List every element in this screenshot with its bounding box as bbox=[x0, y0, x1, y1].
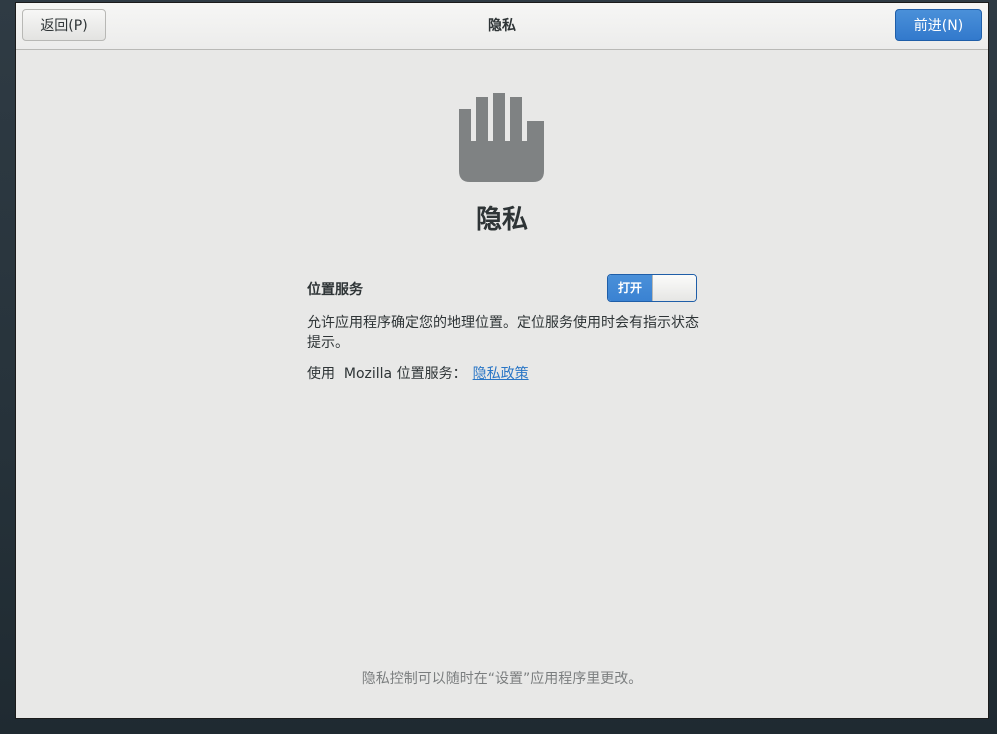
mozilla-location-line: 使用 Mozilla 位置服务： 隐私政策 bbox=[307, 363, 529, 383]
header-title: 隐私 bbox=[488, 18, 516, 34]
location-services-label: 位置服务 bbox=[307, 282, 363, 298]
hand-stop-icon bbox=[459, 93, 544, 182]
header-bar: 返回(P) 隐私 前进(N) bbox=[16, 3, 988, 50]
location-services-switch[interactable]: 打开 bbox=[607, 274, 697, 302]
switch-knob bbox=[652, 275, 696, 301]
footer-note: 隐私控制可以随时在“设置”应用程序里更改。 bbox=[361, 671, 643, 687]
initial-setup-window: 返回(P) 隐私 前进(N) 隐私 位置服务 打开 允许应用程序确定您的地理位置… bbox=[16, 3, 988, 718]
mozilla-location-text: 使用 Mozilla 位置服务： bbox=[307, 366, 467, 382]
next-button[interactable]: 前进(N) bbox=[895, 9, 982, 41]
privacy-policy-link[interactable]: 隐私政策 bbox=[473, 366, 529, 382]
back-button[interactable]: 返回(P) bbox=[22, 9, 106, 41]
switch-on-label: 打开 bbox=[608, 275, 652, 301]
page-title: 隐私 bbox=[475, 205, 528, 235]
location-description: 允许应用程序确定您的地理位置。定位服务使用时会有指示状态提示。 bbox=[307, 315, 699, 351]
